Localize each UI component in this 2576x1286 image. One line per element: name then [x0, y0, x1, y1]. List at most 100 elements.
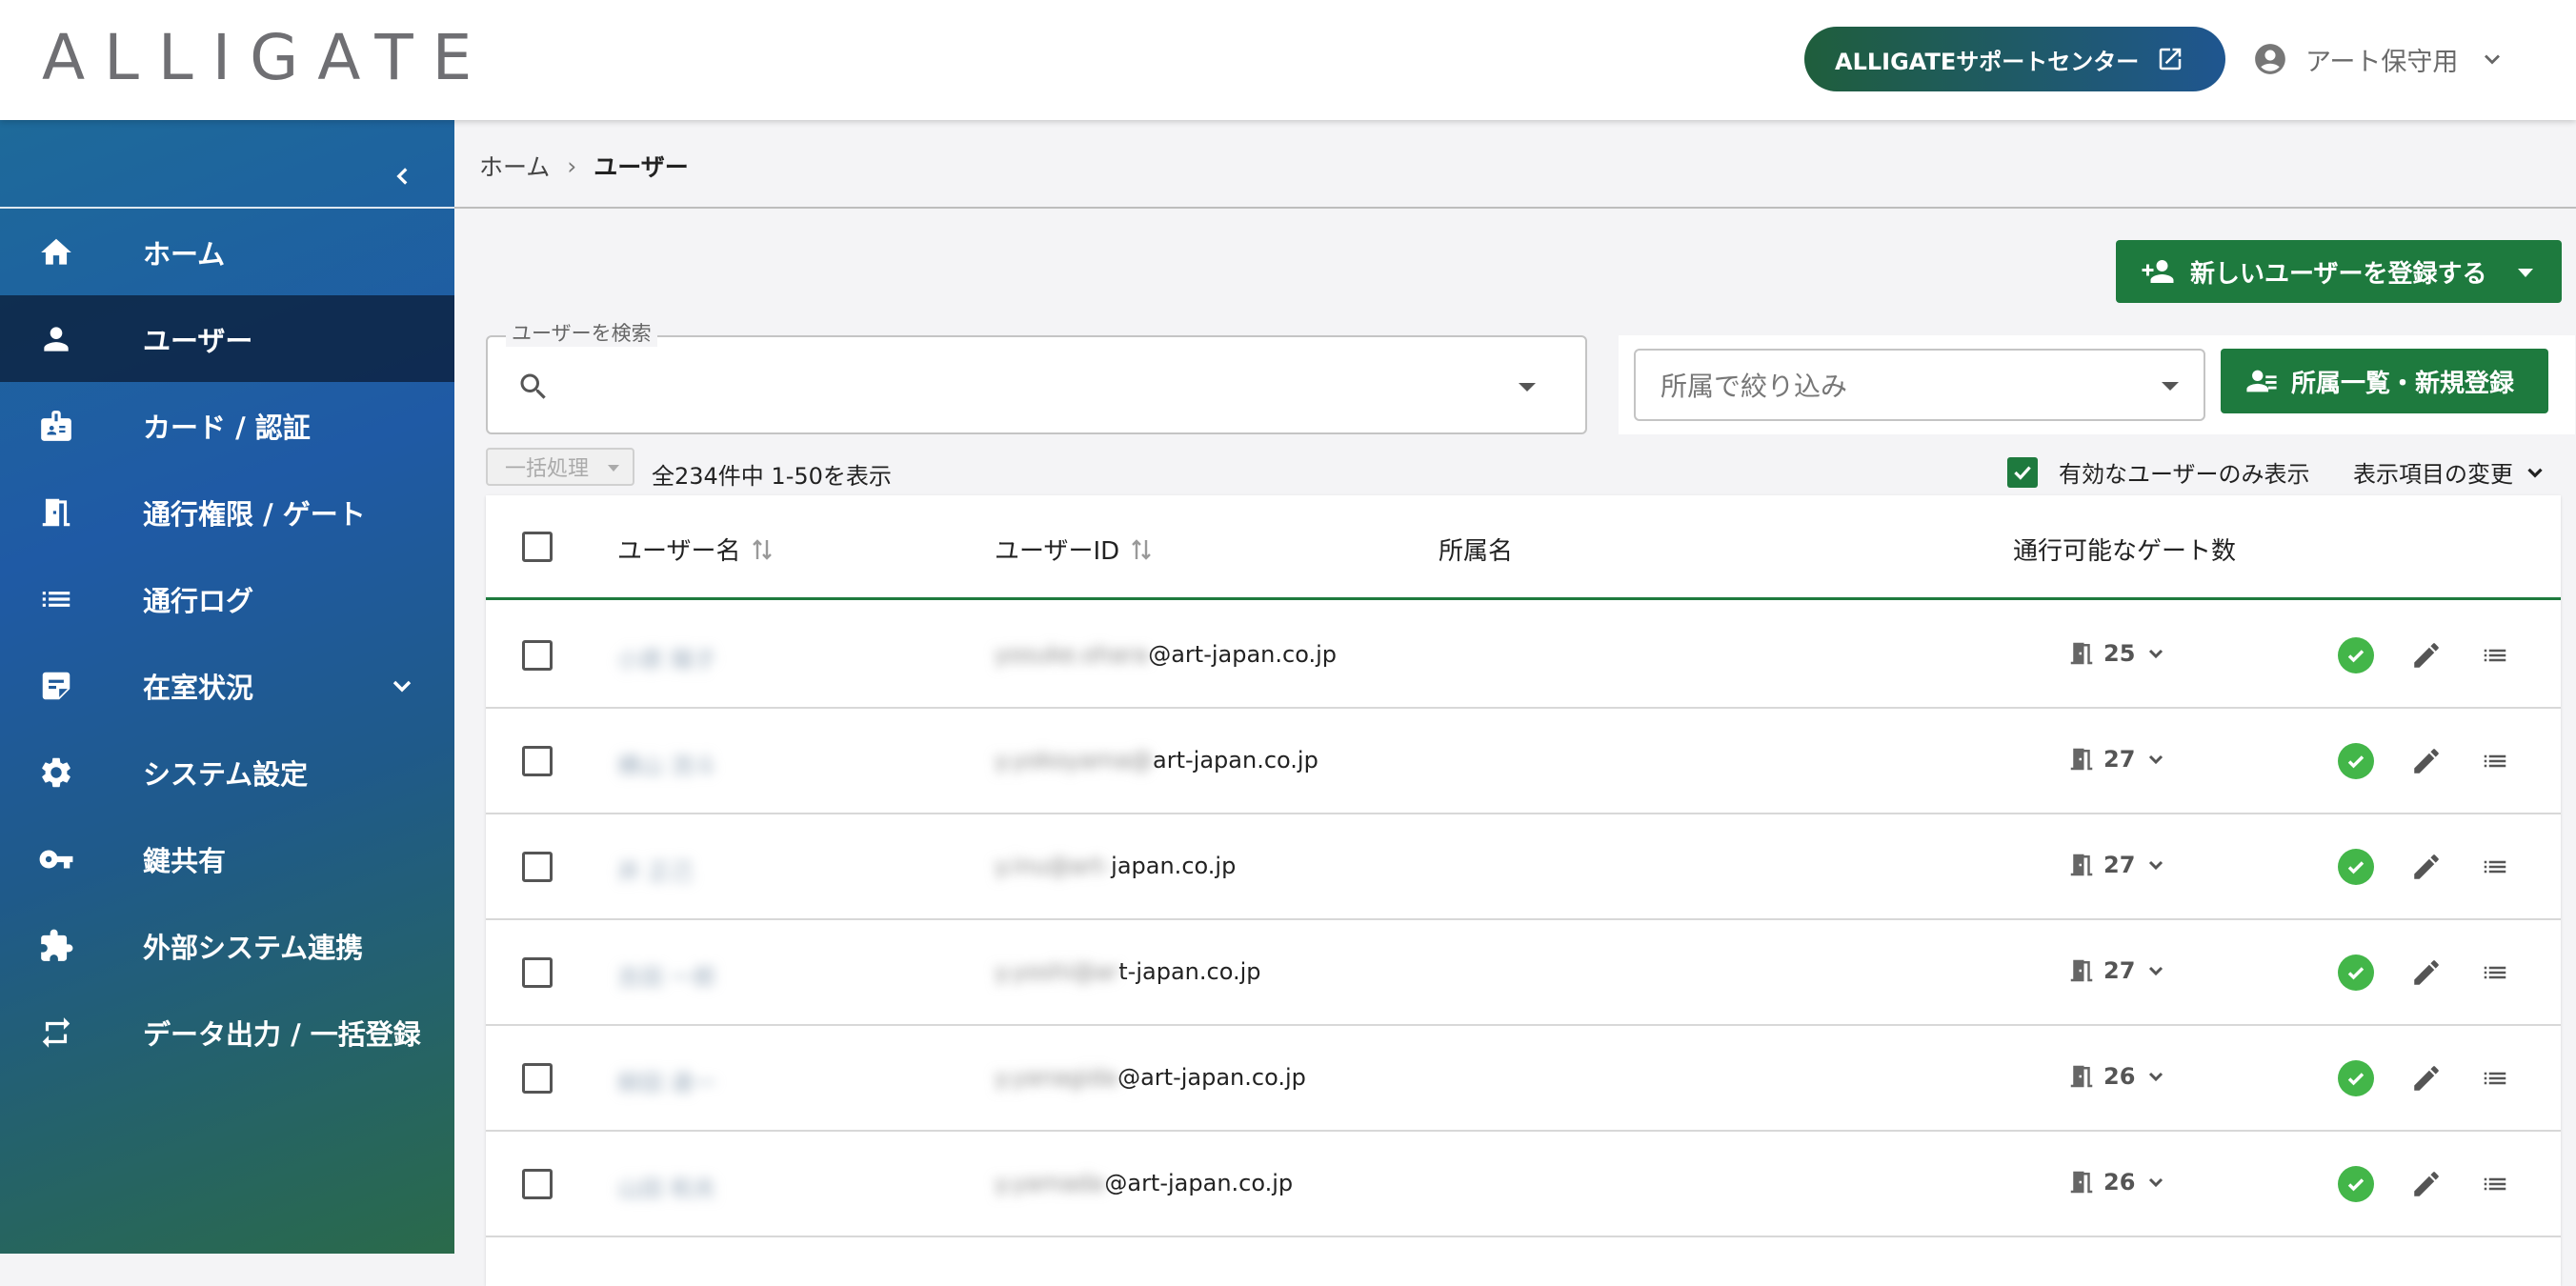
- sidebar-item-home[interactable]: ホーム: [0, 209, 454, 295]
- column-settings-button[interactable]: 表示項目の変更: [2353, 455, 2547, 489]
- search-input[interactable]: [564, 366, 1469, 404]
- active-status-icon: [2338, 1166, 2374, 1202]
- table-row[interactable]: 井 正己 y.inu@art-japan.co.jp 27: [486, 814, 2561, 920]
- list-menu-icon[interactable]: [2479, 958, 2511, 987]
- department-filter-select[interactable]: 所属で絞り込み: [1634, 349, 2205, 421]
- edit-icon[interactable]: [2410, 851, 2443, 883]
- top-bar: ALLIGATE ALLIGATEサポートセンター アート保守用: [0, 0, 2576, 120]
- chevron-down-icon: [2485, 54, 2501, 65]
- gate-count[interactable]: 27: [2067, 851, 2167, 879]
- department-list-button[interactable]: 所属一覧・新規登録: [2221, 349, 2548, 413]
- gate-count-value: 26: [2103, 1063, 2136, 1090]
- collapse-sidebar-icon[interactable]: [391, 162, 415, 191]
- edit-icon[interactable]: [2410, 639, 2443, 672]
- breadcrumb-current: ユーザー: [594, 153, 689, 181]
- row-checkbox[interactable]: [522, 1169, 553, 1199]
- gate-count[interactable]: 27: [2067, 745, 2167, 774]
- sidebar-item-gates[interactable]: 通行権限 / ゲート: [0, 469, 454, 555]
- sidebar-item-data-export[interactable]: データ出力 / 一括登録: [0, 989, 454, 1075]
- user-id-domain: @art-japan.co.jp: [1104, 1170, 1294, 1196]
- door-icon: [2070, 1171, 2093, 1194]
- sidebar-item-key-share[interactable]: 鍵共有: [0, 815, 454, 902]
- user-name-cell[interactable]: 吉田 一郎: [617, 958, 716, 992]
- door-icon: [2070, 748, 2093, 771]
- user-name-cell[interactable]: 柳田 達一: [617, 1064, 716, 1097]
- door-icon: [2070, 1065, 2093, 1088]
- door-icon: [2070, 642, 2093, 665]
- sidebar-item-cards[interactable]: カード / 認証: [0, 382, 454, 469]
- row-checkbox[interactable]: [522, 957, 553, 988]
- table-row[interactable]: 小原 陽子 yosuke.ohara @art-japan.co.jp 25: [486, 603, 2561, 709]
- column-header-gates: 通行可能なゲート数: [2013, 532, 2236, 567]
- table-row[interactable]: 横山 流斗 y.yokoyama@ art-japan.co.jp 27: [486, 709, 2561, 814]
- column-header-user-name[interactable]: ユーザー名: [617, 532, 773, 567]
- row-checkbox[interactable]: [522, 746, 553, 776]
- active-status-icon: [2338, 637, 2374, 673]
- person-add-icon: [2142, 260, 2174, 283]
- gate-count[interactable]: 26: [2067, 1168, 2167, 1196]
- list-menu-icon[interactable]: [2479, 1064, 2511, 1093]
- edit-icon[interactable]: [2410, 1062, 2443, 1095]
- sidebar-item-users[interactable]: ユーザー: [0, 295, 454, 382]
- gate-count[interactable]: 25: [2067, 639, 2167, 668]
- alligate-logo[interactable]: ALLIGATE: [42, 21, 491, 94]
- main-content: ホーム › ユーザー 新しいユーザーを登録する ユーザーを検索 所属で絞り込み …: [454, 120, 2576, 1286]
- user-id-domain: t-japan.co.jp: [1118, 958, 1261, 985]
- user-name-cell[interactable]: 横山 流斗: [617, 747, 716, 780]
- table-row[interactable]: 山田 和夫 y.yamada @art-japan.co.jp 26: [486, 1132, 2561, 1237]
- user-search-field[interactable]: [486, 335, 1587, 434]
- column-header-user-id[interactable]: ユーザーID: [995, 532, 1152, 567]
- edit-icon[interactable]: [2410, 1168, 2443, 1200]
- edit-icon[interactable]: [2410, 745, 2443, 777]
- row-checkbox[interactable]: [522, 1063, 553, 1094]
- user-name: アート保守用: [2305, 47, 2459, 77]
- active-only-toggle[interactable]: 有効なユーザーのみ表示: [2007, 455, 2310, 489]
- bulk-action-button[interactable]: 一括処理: [486, 448, 634, 486]
- sidebar-item-label: 通行権限 / ゲート: [143, 497, 366, 531]
- sidebar-item-access-log[interactable]: 通行ログ: [0, 555, 454, 642]
- sidebar-item-label: データ出力 / 一括登録: [143, 1017, 421, 1051]
- support-button-label: ALLIGATEサポートセンター: [1835, 48, 2140, 75]
- swap-icon: [36, 1013, 76, 1053]
- select-all-checkbox[interactable]: [522, 532, 553, 562]
- table-row[interactable]: 吉田 一郎 y.yoshi@ar t-japan.co.jp 27: [486, 920, 2561, 1026]
- sort-icon[interactable]: [1131, 536, 1152, 563]
- gear-icon: [36, 753, 76, 793]
- user-name-cell[interactable]: 山田 和夫: [617, 1170, 716, 1203]
- column-header-label: 通行可能なゲート数: [2013, 537, 2237, 566]
- user-menu[interactable]: アート保守用: [2252, 34, 2506, 84]
- gate-count[interactable]: 27: [2067, 956, 2167, 985]
- breadcrumb-home[interactable]: ホーム: [479, 149, 550, 183]
- active-only-checkbox[interactable]: [2007, 456, 2038, 488]
- door-icon: [2070, 959, 2093, 982]
- caret-down-icon[interactable]: [2518, 269, 2533, 277]
- caret-down-icon[interactable]: [1519, 383, 1536, 392]
- check-icon: [2014, 465, 2031, 480]
- sidebar-item-presence[interactable]: 在室状況: [0, 642, 454, 729]
- sort-icon[interactable]: [752, 536, 773, 563]
- edit-icon[interactable]: [2410, 956, 2443, 989]
- sidebar-item-system-settings[interactable]: システム設定: [0, 729, 454, 815]
- table-row[interactable]: 柳田 達一 y.yanagida @art-japan.co.jp 26: [486, 1026, 2561, 1132]
- user-id-cell: y.yamada @art-japan.co.jp: [995, 1170, 1293, 1196]
- add-user-button[interactable]: 新しいユーザーを登録する: [2116, 240, 2562, 303]
- row-checkbox[interactable]: [522, 852, 553, 882]
- gate-count-value: 27: [2103, 746, 2136, 773]
- user-name-cell[interactable]: 井 正己: [617, 853, 694, 886]
- active-only-label: 有効なユーザーのみ表示: [2059, 461, 2310, 488]
- list-menu-icon[interactable]: [2479, 641, 2511, 670]
- chevron-down-icon: [2149, 754, 2163, 765]
- department-list-label: 所属一覧・新規登録: [2291, 369, 2515, 398]
- gate-count[interactable]: 26: [2067, 1062, 2167, 1091]
- sidebar-item-integrations[interactable]: 外部システム連携: [0, 902, 454, 989]
- list-menu-icon[interactable]: [2479, 747, 2511, 775]
- list-menu-icon[interactable]: [2479, 1170, 2511, 1198]
- row-checkbox[interactable]: [522, 640, 553, 671]
- puzzle-icon: [36, 926, 76, 966]
- user-name-cell[interactable]: 小原 陽子: [617, 641, 716, 674]
- list-icon: [36, 579, 76, 619]
- sidebar-item-label: 在室状況: [143, 671, 254, 704]
- support-center-button[interactable]: ALLIGATEサポートセンター: [1804, 27, 2225, 91]
- list-menu-icon[interactable]: [2479, 853, 2511, 881]
- sidebar-item-label: 通行ログ: [143, 584, 254, 617]
